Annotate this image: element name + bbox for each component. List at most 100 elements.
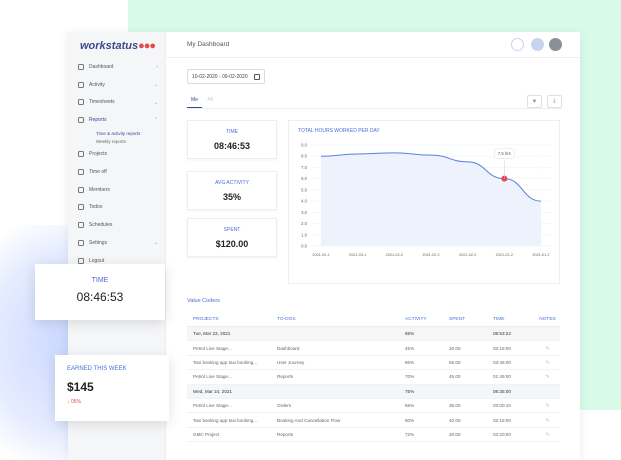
- col-spent[interactable]: SPENT: [449, 317, 493, 322]
- floating-time-value: 08:46:53: [76, 290, 124, 304]
- sidebar-item-label: Schedules: [89, 222, 113, 229]
- x-tick-label: 2021-02-2: [459, 253, 476, 257]
- x-tick-label: 2021-02-2: [422, 253, 439, 257]
- sidebar-item-timesheets[interactable]: Timesheets ⌄: [68, 94, 166, 112]
- main-content: 10-02-2020 - 09-02-2020 Me All ▼ ⤓ TIME …: [166, 58, 580, 460]
- cell-todo: Reports: [277, 374, 294, 380]
- cell-project: GMC Project: [193, 431, 220, 437]
- activity-icon: [78, 81, 84, 88]
- table-row[interactable]: GMC Project Reports 72% 20.00 03:20:00 ✎: [187, 428, 560, 443]
- x-tick-label: 2021-01-2: [496, 253, 513, 257]
- table-group-row[interactable]: Wed, Mar 24, 2021 75% 08:35:00: [187, 384, 560, 399]
- tab-all[interactable]: All: [203, 97, 217, 107]
- top-bar: My Dashboard: [166, 32, 580, 58]
- chevron-icon: ‹: [156, 64, 158, 70]
- download-button[interactable]: ⤓: [547, 95, 562, 108]
- home-icon: [78, 63, 84, 70]
- org-chart-icon[interactable]: [511, 38, 524, 51]
- edit-note-icon[interactable]: ✎: [535, 360, 560, 366]
- table-row[interactable]: Petrol Live Stage... Dashboard 45% 20.00 03:…: [187, 341, 560, 356]
- table-row[interactable]: Taxi booking app taxi booking... User Jou…: [187, 356, 560, 371]
- cell-spent: 55.00: [449, 359, 461, 365]
- sidebar-item-todos[interactable]: Todos: [68, 199, 166, 217]
- cell-activity: 70%: [405, 374, 415, 380]
- y-tick-label: 4.0: [301, 199, 307, 204]
- cell-spent: 20.00: [449, 345, 461, 351]
- checklist-icon: [78, 204, 84, 211]
- view-tabs: Me All: [187, 97, 217, 108]
- logo[interactable]: workstatus●●●: [80, 40, 156, 52]
- subitem-label: Weekly reports: [96, 138, 126, 144]
- earned-value: $145: [67, 380, 94, 394]
- logout-icon: [78, 257, 84, 264]
- cell-activity: 45%: [405, 345, 415, 351]
- col-activity[interactable]: ACTIVITY: [405, 317, 449, 322]
- y-tick-label: 1.0: [301, 232, 307, 237]
- cell-project: Wed, Mar 24, 2021: [193, 388, 232, 394]
- users-icon: [78, 186, 84, 193]
- sidebar-item-label: Projects: [89, 151, 108, 158]
- cell-spent: 45.00: [449, 374, 461, 380]
- stat-value: $120.00: [215, 239, 249, 249]
- cell-todo: Booking And Cancellation Flow: [277, 417, 341, 423]
- sidebar-item-projects[interactable]: Projects: [68, 145, 166, 163]
- sidebar-subitem-time-activity[interactable]: Time & activity reports: [68, 129, 166, 137]
- edit-note-icon[interactable]: ✎: [535, 346, 560, 352]
- user-avatar[interactable]: [549, 38, 562, 51]
- stat-card-time: TIME 08:46:53: [187, 120, 277, 159]
- table-row[interactable]: Taxi booking app taxi booking... Booking …: [187, 413, 560, 428]
- tab-me[interactable]: Me: [187, 97, 202, 108]
- edit-note-icon[interactable]: ✎: [535, 403, 560, 409]
- sidebar-item-label: Reports: [89, 117, 107, 124]
- filter-button[interactable]: ▼: [527, 95, 542, 108]
- edit-note-icon[interactable]: ✎: [535, 418, 560, 424]
- col-todos[interactable]: TO-DOS: [277, 317, 405, 322]
- x-tick-label: 2021-01-2: [532, 253, 549, 257]
- cell-project: Petrol Live Stage...: [193, 374, 232, 380]
- sidebar-item-reports[interactable]: Reports ⌃: [68, 111, 166, 129]
- edit-note-icon[interactable]: ✎: [535, 374, 560, 380]
- hours-chart-card: TOTAL HOURS WORKED PER DAY 0.0 1.0 2.0 3.0 4…: [288, 120, 560, 284]
- cell-time: 03:46:00: [493, 359, 511, 365]
- col-projects[interactable]: PROJECTS: [187, 317, 277, 322]
- edit-note-icon[interactable]: ✎: [535, 432, 560, 438]
- table-row[interactable]: Petrol Live Stage... Orders 55% 35.00 03:00:…: [187, 399, 560, 414]
- gear-icon: [78, 240, 84, 247]
- sidebar-item-dashboard[interactable]: Dashboard ‹: [68, 58, 166, 76]
- chevron-down-icon: ⌄: [153, 99, 158, 106]
- cell-todo: User Journey: [277, 359, 305, 365]
- cell-spent: 35.00: [449, 403, 461, 409]
- cell-project: Tue, Mar 23, 2021: [193, 331, 231, 337]
- cell-time: 08:53:22: [493, 331, 511, 337]
- sidebar-item-settings[interactable]: Settings ⌄: [68, 234, 166, 252]
- cell-project: Taxi booking app taxi booking...: [193, 359, 258, 365]
- hours-line-chart: 0.0 1.0 2.0 3.0 4.0 5.0 6.0 7.0 8.0 9.0 7.5 hrs 202…: [301, 143, 551, 257]
- x-tick-label: 2021-03-1: [349, 253, 366, 257]
- date-range-picker[interactable]: 10-02-2020 - 09-02-2020: [187, 69, 265, 84]
- table-row[interactable]: Petrol Live Stage... Reports 70% 45.00 01:49…: [187, 370, 560, 385]
- x-tick-label: 2021-02-1: [312, 253, 329, 257]
- col-notes[interactable]: NOTES: [535, 317, 560, 322]
- cell-project: Petrol Live Stage...: [193, 403, 232, 409]
- sidebar-item-schedules[interactable]: Schedules: [68, 216, 166, 234]
- sidebar-item-label: Timesheets: [89, 99, 115, 106]
- page-title: My Dashboard: [187, 41, 230, 48]
- earned-label: EARNED THIS WEEK: [67, 366, 127, 372]
- y-tick-label: 7.0: [301, 165, 307, 170]
- page: workstatus●●● Dashboard ‹ Activity ⌄ Times…: [0, 0, 621, 460]
- table-group-row[interactable]: Tue, Mar 23, 2021 65% 08:53:22: [187, 327, 560, 342]
- sidebar-subitem-weekly[interactable]: Weekly reports: [68, 137, 166, 145]
- sidebar-item-label: Settings: [89, 240, 108, 247]
- cell-activity: 75%: [405, 388, 415, 394]
- cell-project: Petrol Live Stage...: [193, 345, 232, 351]
- sidebar-item-activity[interactable]: Activity ⌄: [68, 76, 166, 94]
- sidebar-item-members[interactable]: Members: [68, 181, 166, 199]
- sidebar-item-time-off[interactable]: Time off: [68, 163, 166, 181]
- stat-card-activity: AVG ACTIVITY 35%: [187, 171, 277, 210]
- sidebar-item-label: Logout: [89, 257, 105, 264]
- col-time[interactable]: TIME: [493, 317, 535, 322]
- cell-spent: 40.00: [449, 417, 461, 423]
- settings-avatar-icon[interactable]: [531, 38, 544, 51]
- y-tick-label: 3.0: [301, 210, 307, 215]
- schedule-icon: [78, 222, 84, 229]
